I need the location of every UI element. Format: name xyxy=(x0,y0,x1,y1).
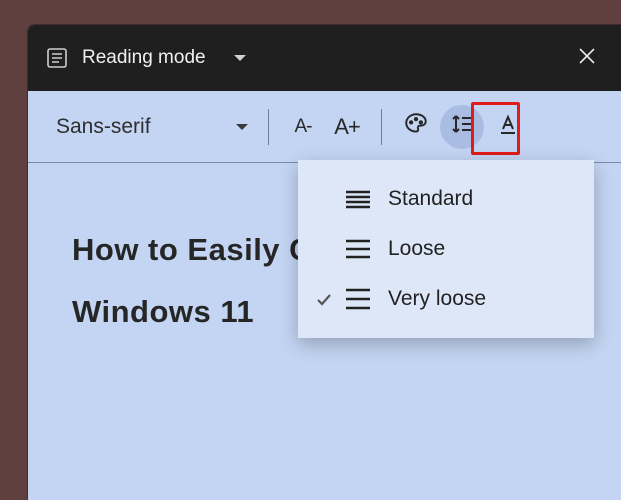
menu-item-very-loose[interactable]: Very loose xyxy=(298,274,594,324)
formatting-toolbar: Sans-serif A- A+ xyxy=(28,91,621,163)
menu-item-label: Very loose xyxy=(388,287,486,311)
menu-item-label: Standard xyxy=(388,187,473,211)
window-title: Reading mode xyxy=(82,47,206,69)
lines-medium-icon xyxy=(338,239,378,259)
close-button[interactable] xyxy=(571,39,603,78)
palette-icon xyxy=(403,111,429,143)
increase-font-button[interactable]: A+ xyxy=(325,105,369,149)
annotation-highlight xyxy=(471,102,520,155)
chevron-down-icon xyxy=(236,124,248,130)
title-dropdown-caret[interactable] xyxy=(234,55,246,61)
menu-item-label: Loose xyxy=(388,237,445,261)
lines-loose-icon xyxy=(338,288,378,310)
separator xyxy=(268,109,269,145)
check-icon xyxy=(310,290,338,308)
menu-item-loose[interactable]: Loose xyxy=(298,224,594,274)
titlebar: Reading mode xyxy=(28,25,621,91)
line-spacing-menu: Standard Loose Very loose xyxy=(298,160,594,338)
lines-tight-icon xyxy=(338,189,378,209)
font-family-value: Sans-serif xyxy=(56,115,151,139)
reader-icon xyxy=(46,47,68,69)
decrease-font-label: A- xyxy=(295,116,312,138)
increase-font-label: A+ xyxy=(334,114,360,140)
menu-item-standard[interactable]: Standard xyxy=(298,174,594,224)
decrease-font-button[interactable]: A- xyxy=(281,105,325,149)
theme-button[interactable] xyxy=(394,105,438,149)
font-family-select[interactable]: Sans-serif xyxy=(56,115,256,139)
separator xyxy=(381,109,382,145)
